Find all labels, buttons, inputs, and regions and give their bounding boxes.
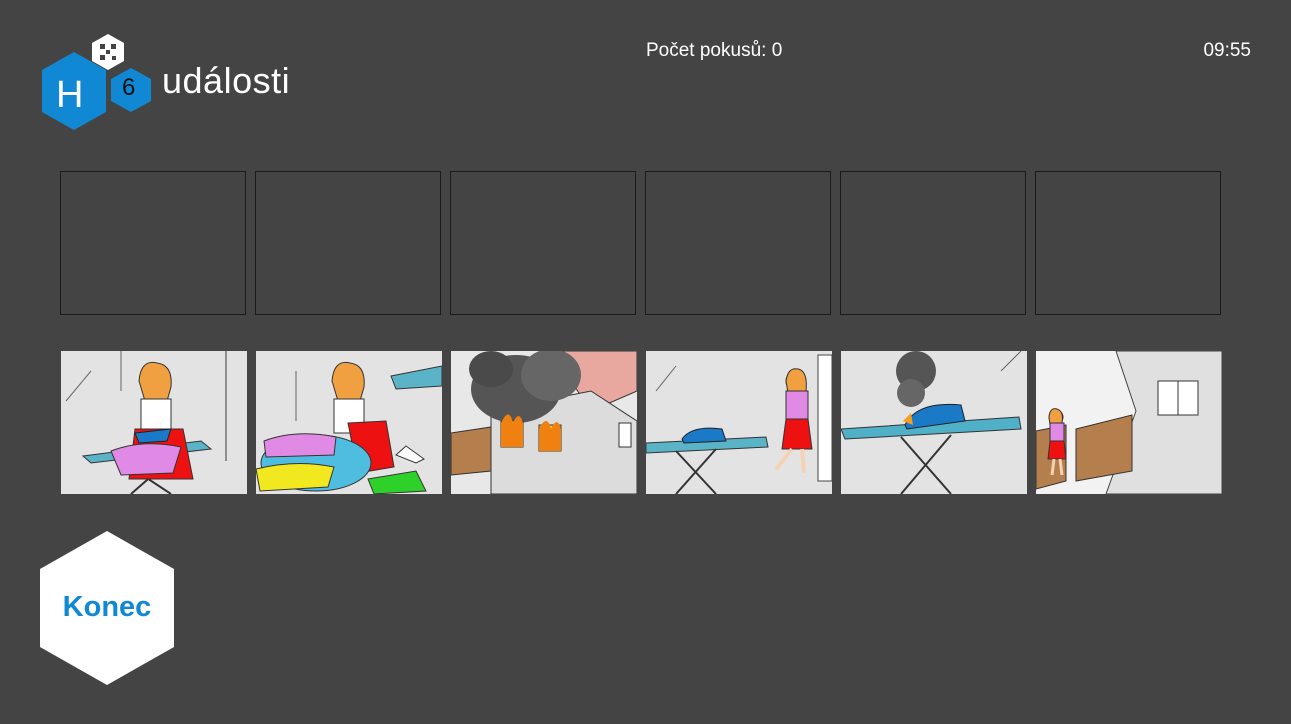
card-girl-leaving-iron-on[interactable] (646, 351, 832, 494)
drop-slot-1[interactable] (60, 171, 246, 315)
card-iron-smoking[interactable] (841, 351, 1027, 494)
card-house-on-fire[interactable] (451, 351, 637, 494)
house-fire-image (451, 351, 637, 494)
girl-leaving-image (646, 351, 832, 494)
timer: 09:55 (1203, 40, 1251, 61)
drop-slot-4[interactable] (645, 171, 831, 315)
logo-letter: H (56, 74, 84, 116)
drop-slot-3[interactable] (450, 171, 636, 315)
end-button-label: Konec (62, 591, 152, 623)
card-girl-at-gate[interactable] (1036, 351, 1222, 494)
drop-slot-6[interactable] (1035, 171, 1221, 315)
card-girl-ironing[interactable] (61, 351, 247, 494)
end-button[interactable]: Konec (40, 531, 174, 685)
girl-laundry-image (256, 351, 442, 494)
drop-slot-2[interactable] (255, 171, 441, 315)
app-title: události (162, 60, 291, 101)
iron-smoke-image (841, 351, 1027, 494)
app-logo: H 6 události (38, 32, 291, 132)
drop-slot-5[interactable] (840, 171, 1026, 315)
logo-number: 6 (122, 74, 136, 101)
girl-ironing-image (61, 351, 247, 494)
card-girl-folding-laundry[interactable] (256, 351, 442, 494)
attempts-counter: Počet pokusů: 0 (646, 40, 783, 61)
girl-gate-image (1036, 351, 1222, 494)
